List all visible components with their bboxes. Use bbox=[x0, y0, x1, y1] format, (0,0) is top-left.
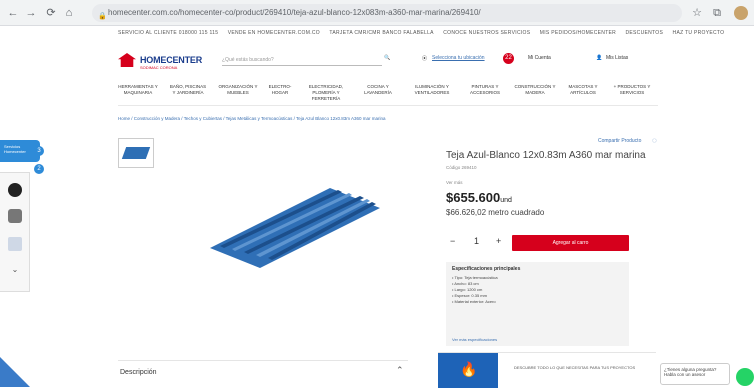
chat-bubble[interactable]: ¿Tienes alguna pregunta? Habla con un as… bbox=[660, 363, 730, 385]
search-icon[interactable]: 🔍 bbox=[384, 55, 390, 61]
logo-text: HOMECENTER bbox=[140, 55, 203, 65]
utility-link[interactable]: DESCUENTOS bbox=[626, 30, 664, 36]
chevron-up-icon[interactable]: ⌃ bbox=[396, 365, 404, 376]
breadcrumb[interactable]: Home / Construcción y Madera / Techos y … bbox=[118, 116, 386, 121]
product-thumbnail[interactable] bbox=[118, 138, 154, 168]
category-item[interactable]: ILUMINACIÓN Y VENTILADORES bbox=[408, 84, 456, 96]
category-item[interactable]: HERRAMIENTAS Y MAQUINARIA bbox=[118, 84, 158, 96]
user-icon[interactable]: 👤 bbox=[596, 55, 602, 61]
location-link[interactable]: Selecciona tu ubicación bbox=[432, 55, 485, 61]
category-item[interactable]: ELECTRICIDAD, PLOMERÍA Y FERRETERÍA bbox=[304, 84, 348, 102]
product-main-image[interactable] bbox=[210, 188, 380, 268]
lock-icon: 🔒 bbox=[98, 13, 107, 20]
category-item[interactable]: BAÑO, PISCINAS Y JARDINERÍA bbox=[168, 84, 208, 96]
qty-plus-button[interactable]: + bbox=[496, 236, 501, 246]
price-per-m2: $66.626,02 metro cuadrado bbox=[446, 208, 545, 217]
utility-link[interactable]: TARJETA CMR/CMR BANCO FALABELLA bbox=[329, 30, 433, 36]
notification-dot[interactable]: 2 bbox=[34, 164, 44, 174]
specs-title: Especificaciones principales bbox=[452, 266, 521, 272]
corner-decoration bbox=[0, 357, 30, 387]
house-logo-icon bbox=[118, 53, 136, 67]
address-bar[interactable]: 🔒 homecenter.com.co/homecenter-co/produc… bbox=[92, 4, 682, 22]
utility-link[interactable]: CONOCE NUESTROS SERVICIOS bbox=[443, 30, 530, 36]
compare-link[interactable]: Ver más bbox=[446, 180, 463, 185]
cart-count-badge[interactable]: 22 bbox=[503, 53, 514, 64]
product-title: Teja Azul-Blanco 12x0.83m A360 mar marin… bbox=[446, 150, 646, 161]
utility-link[interactable]: HAZ TU PROYECTO bbox=[673, 30, 725, 36]
location-pin-icon: ⦿ bbox=[422, 56, 428, 62]
extensions-icon[interactable]: ⧉ bbox=[710, 6, 724, 20]
chevron-down-icon[interactable]: ⌄ bbox=[8, 265, 22, 279]
category-item[interactable]: CONSTRUCCIÓN Y MADERA bbox=[514, 84, 556, 96]
utility-link[interactable]: SERVICIO AL CLIENTE 018000 115 115 bbox=[118, 30, 218, 36]
category-item[interactable]: COCINA Y LAVANDERÍA bbox=[358, 84, 398, 96]
category-item[interactable]: ORGANIZACIÓN Y MUEBLES bbox=[218, 84, 258, 96]
add-to-cart-button[interactable]: Agregar al carro bbox=[512, 235, 629, 251]
logo-subtitle: SODIMAC CORONA bbox=[140, 65, 178, 70]
description-label: Descripción bbox=[120, 369, 157, 376]
utility-bar: SERVICIO AL CLIENTE 018000 115 115 VENDE… bbox=[0, 27, 754, 39]
category-nav: HERRAMIENTAS Y MAQUINARIA BAÑO, PISCINAS… bbox=[118, 84, 658, 106]
more-specs-link[interactable]: Ver más especificaciones bbox=[452, 337, 497, 342]
category-item[interactable]: PINTURAS Y ACCESORIOS bbox=[464, 84, 506, 96]
share-icon[interactable]: ◌ bbox=[652, 136, 657, 145]
description-accordion[interactable]: Descripción ⌃ bbox=[118, 360, 408, 387]
forward-arrow-icon[interactable]: → bbox=[24, 6, 38, 20]
url-text: homecenter.com.co/homecenter-co/product/… bbox=[108, 8, 481, 17]
banner-image: 🔥 bbox=[438, 353, 498, 388]
record-icon[interactable] bbox=[8, 183, 22, 197]
reload-icon[interactable]: ⟳ bbox=[44, 6, 58, 20]
specs-panel: Especificaciones principales • Tipo: Tej… bbox=[446, 262, 629, 346]
qty-minus-button[interactable]: − bbox=[450, 236, 455, 246]
account-link[interactable]: Mi Cuenta bbox=[528, 55, 551, 61]
roof-sheet-thumbnail bbox=[121, 147, 151, 159]
whatsapp-icon[interactable] bbox=[736, 368, 754, 386]
price-unit: und bbox=[500, 197, 512, 204]
spec-row: • Material exterior: Acero bbox=[452, 299, 496, 304]
price-value: $655.600 bbox=[446, 190, 501, 205]
category-item[interactable]: MASCOTAS Y ARTÍCULOS bbox=[564, 84, 602, 96]
camera-icon[interactable] bbox=[8, 209, 22, 223]
utility-link[interactable]: MIS PEDIDOS/HOMECENTER bbox=[540, 30, 616, 36]
document-icon[interactable] bbox=[8, 237, 22, 251]
notification-dot[interactable]: 3 bbox=[34, 146, 44, 156]
flame-icon: 🔥 bbox=[460, 361, 478, 377]
quantity-stepper: − 1 + bbox=[446, 236, 508, 250]
share-product-link[interactable]: Compartir Producto bbox=[598, 138, 641, 144]
bookmark-star-icon[interactable]: ☆ bbox=[690, 6, 704, 20]
product-code: Código 269410 bbox=[446, 165, 477, 170]
wishlist-link[interactable]: Mis Listas bbox=[606, 55, 628, 61]
profile-avatar[interactable] bbox=[734, 6, 748, 20]
banner-text: DESCUBRE TODO LO QUE NECESITAS PARA TUS … bbox=[514, 365, 636, 370]
utility-link[interactable]: VENDE EN HOMECENTER.COM.CO bbox=[228, 30, 320, 36]
home-icon[interactable]: ⌂ bbox=[62, 6, 76, 20]
promo-banner[interactable]: 🔥 DESCUBRE TODO LO QUE NECESITAS PARA TU… bbox=[438, 352, 656, 388]
floating-tool-panel: ⌄ bbox=[0, 172, 30, 292]
category-item[interactable]: + PRODUCTOS Y SERVICIOS bbox=[610, 84, 654, 96]
qty-value[interactable]: 1 bbox=[474, 236, 479, 246]
product-price: $655.600und bbox=[446, 190, 512, 205]
browser-chrome: ← → ⟳ ⌂ 🔒 homecenter.com.co/homecenter-c… bbox=[0, 0, 754, 26]
search-input[interactable]: ¿Qué estás buscando? bbox=[222, 54, 382, 66]
category-item[interactable]: ELECTRO-HOGAR bbox=[268, 84, 292, 96]
back-arrow-icon[interactable]: ← bbox=[6, 6, 20, 20]
